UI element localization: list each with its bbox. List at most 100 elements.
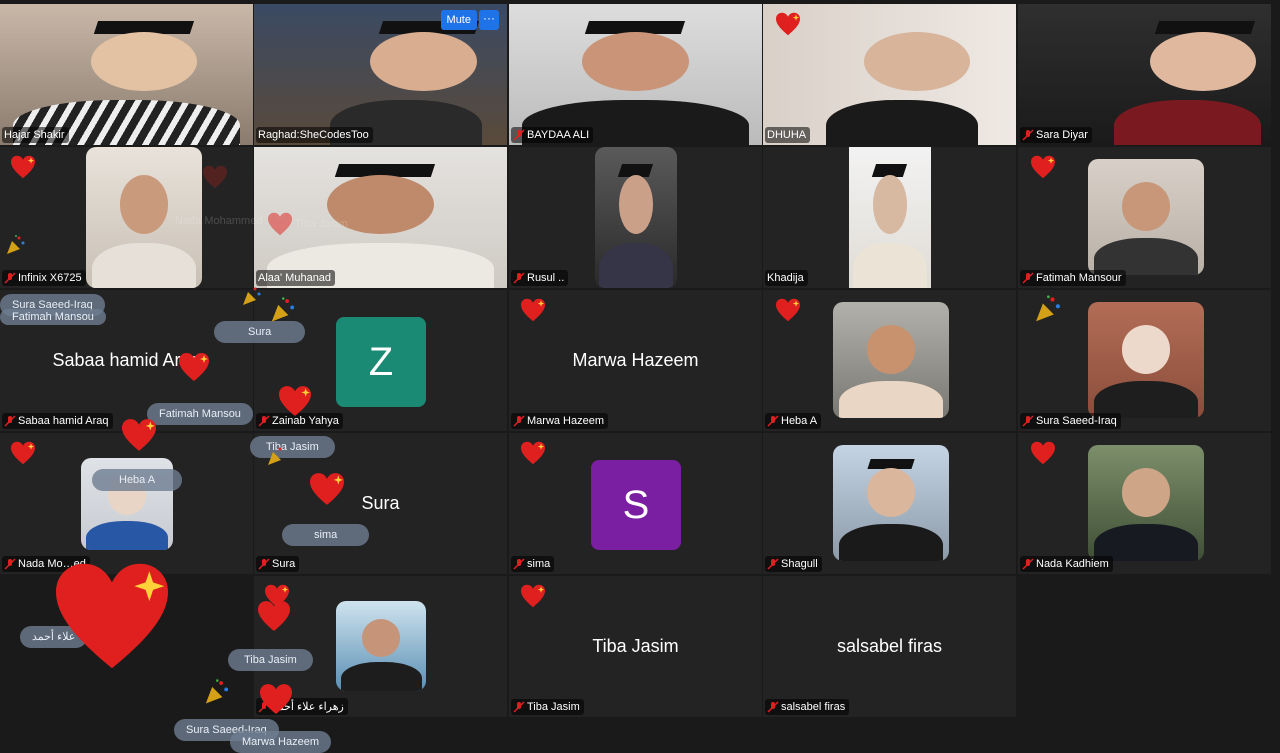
reaction-name-bubble: Fatimah Mansou [0,309,106,325]
participant-display-name: salsabel firas [836,636,943,656]
fading-reaction-name: Tiba Jasim [295,218,348,230]
heart-reaction-icon [308,472,346,506]
video-feed [1088,302,1204,418]
heart-reaction-icon [267,212,293,236]
video-feed [833,445,949,561]
muted-mic-icon [4,272,16,284]
video-tile-raghad[interactable]: Mute ··· Raghad:SheCodesToo [254,4,507,145]
party-popper-icon [202,678,230,706]
participant-name: salsabel firas [781,701,846,713]
heart-reaction-icon [277,385,313,417]
video-tile-khadija[interactable]: Khadija [763,147,1016,288]
muted-mic-icon [513,558,525,570]
participant-name: Shagull [781,558,818,570]
video-feed [595,147,677,288]
video-feed [336,601,426,691]
participant-name: Sabaa hamid Araq [18,415,109,427]
mute-button[interactable]: Mute [440,10,477,30]
participant-label: Tiba Jasim [511,699,584,715]
video-tile-marwa-hazeem[interactable]: Marwa Hazeem Marwa Hazeem [509,290,762,431]
party-popper-icon [4,234,26,256]
reaction-name-bubble: Fatimah Mansou [147,403,253,425]
heart-reaction-icon [258,683,294,715]
more-options-button[interactable]: ··· [479,10,499,30]
participant-name: Raghad:SheCodesToo [258,129,369,141]
heart-reaction-icon [256,600,292,632]
muted-mic-icon [1022,558,1034,570]
video-tile-nada-mohammed[interactable]: Nada Mo…ed [0,433,253,574]
participant-label: Nada Kadhiem [1020,556,1113,572]
participant-name: Rusul .. [527,272,565,284]
avatar: S [591,460,681,550]
heart-reaction-icon [1030,441,1056,465]
participant-label: sima [511,556,555,572]
heart-reaction-icon [10,155,36,179]
heart-reaction-icon [520,584,546,608]
muted-mic-icon [513,272,525,284]
participant-label: DHUHA [765,127,811,143]
participant-label: Heba A [765,413,822,429]
participant-display-name: Marwa Hazeem [572,350,699,370]
heart-reaction-icon [178,352,210,382]
reaction-name-bubble: Marwa Hazeem [230,731,332,753]
participant-name: sima [527,558,551,570]
muted-mic-icon [767,415,779,427]
video-tile-hajar-shakir[interactable]: Hajar Shakir [0,4,253,145]
reaction-name-bubble: Sura [214,321,306,343]
participant-label: Hajar Shakir [2,127,69,143]
participant-name: Sura [272,558,296,570]
reaction-name-bubble: Tiba Jasim [250,436,335,458]
heart-reaction-icon [120,418,158,452]
video-tile-baydaa-ali[interactable]: BAYDAA ALI [509,4,762,145]
video-feed [1018,4,1271,145]
participant-display-name: Sura [361,493,400,513]
participant-name: Khadija [767,272,804,284]
video-feed [509,4,762,145]
participant-label: Sara Diyar [1020,127,1092,143]
muted-mic-icon [4,558,16,570]
participant-label: Rusul .. [511,270,569,286]
video-feed [1088,159,1204,275]
muted-mic-icon [258,415,270,427]
participant-label: Infinix X6725 [2,270,86,286]
party-popper-icon [240,285,262,307]
participant-name: Heba A [781,415,818,427]
party-popper-icon [1032,294,1062,324]
participant-label: Alaa' Muhanad [256,270,336,286]
heart-reaction-icon [202,165,228,189]
video-tile-tiba-jasim[interactable]: Tiba Jasim Tiba Jasim [509,576,762,717]
participant-label: BAYDAA ALI [511,127,594,143]
participant-name: Fatimah Mansour [1036,272,1122,284]
video-gallery: Hajar Shakir Mute ··· Raghad:SheCodesToo… [0,0,1280,753]
video-tile-salsabel-firas[interactable]: salsabel firas salsabel firas [763,576,1016,717]
muted-mic-icon [513,701,525,713]
heart-reaction-icon [10,441,36,465]
participant-label: Sura [256,556,300,572]
participant-label: salsabel firas [765,699,850,715]
heart-reaction-icon [520,441,546,465]
video-tile-sima[interactable]: S sima [509,433,762,574]
participant-name: Marwa Hazeem [527,415,605,427]
participant-name: Tiba Jasim [527,701,580,713]
participant-name: Infinix X6725 [18,272,82,284]
participant-name: Nada Kadhiem [1036,558,1109,570]
video-tile-shagull[interactable]: Shagull [763,433,1016,574]
muted-mic-icon [1022,415,1034,427]
participant-label: Sura Saeed-Iraq [1020,413,1121,429]
heart-reaction-icon [775,298,801,322]
reaction-name-bubble: Heba A [92,469,183,491]
muted-mic-icon [1022,272,1034,284]
muted-mic-icon [767,558,779,570]
video-tile-sara-diyar[interactable]: Sara Diyar [1018,4,1271,145]
participant-label: Fatimah Mansour [1020,270,1126,286]
muted-mic-icon [258,558,270,570]
participant-label: Raghad:SheCodesToo [256,127,373,143]
party-popper-icon [265,445,287,467]
video-tile-rusul[interactable]: Rusul .. [509,147,762,288]
participant-name: Hajar Shakir [4,129,65,141]
participant-name: Sura Saeed-Iraq [1036,415,1117,427]
video-feed [1088,445,1204,561]
participant-display-name: Tiba Jasim [592,636,679,656]
muted-mic-icon [767,701,779,713]
muted-mic-icon [4,415,16,427]
